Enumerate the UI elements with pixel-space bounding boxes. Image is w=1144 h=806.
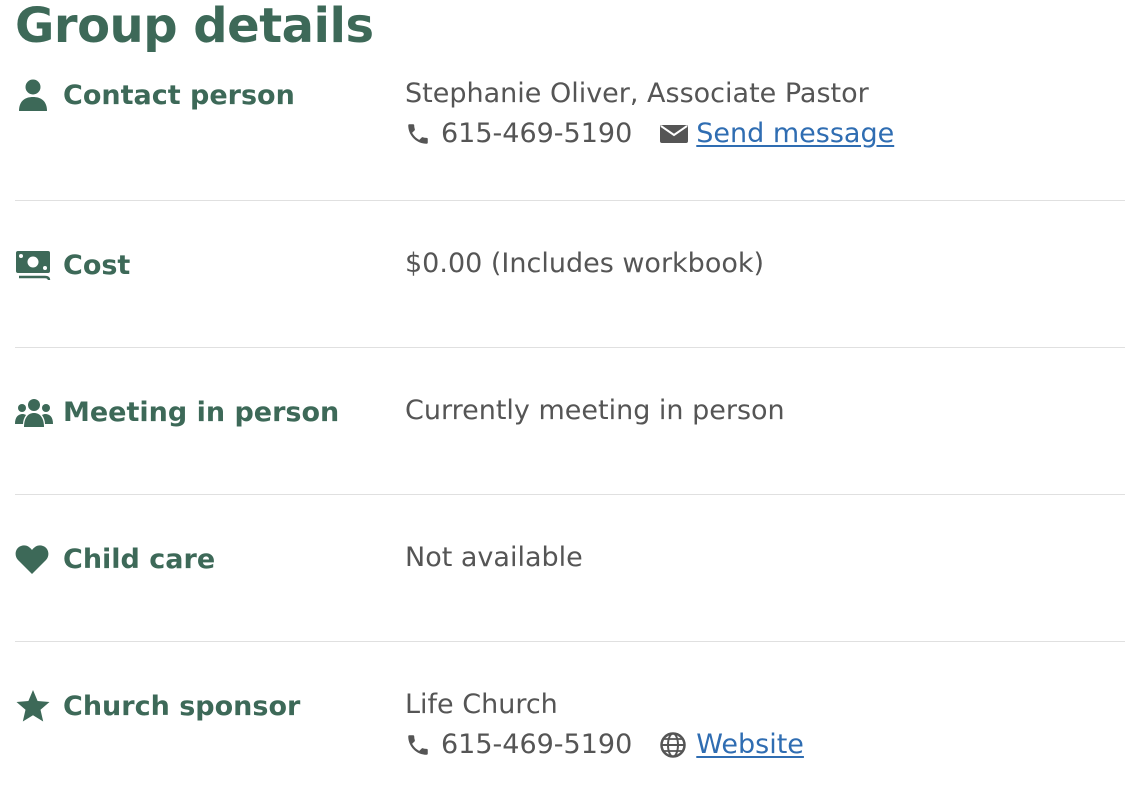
divider <box>15 347 1125 348</box>
contact-person-label-text: Contact person <box>63 79 295 111</box>
divider <box>15 200 1125 201</box>
website-link[interactable]: Website <box>696 729 804 760</box>
globe-icon <box>660 731 696 758</box>
sponsor-details: 615-469-5190 Website <box>405 729 804 760</box>
childcare-label-text: Child care <box>63 543 216 575</box>
star-icon <box>15 686 55 726</box>
users-icon <box>15 392 55 432</box>
contact-details: 615-469-5190 Send message <box>405 118 894 149</box>
meeting-label-text: Meeting in person <box>63 396 340 428</box>
childcare-row: Child care Not available <box>15 534 1125 634</box>
phone-icon <box>405 732 441 758</box>
contact-person-label: Contact person <box>15 75 295 115</box>
sponsor-phone: 615-469-5190 <box>441 729 633 760</box>
phone-icon <box>405 121 441 147</box>
cost-row: Cost $0.00 (Includes workbook) <box>15 240 1125 340</box>
meeting-label: Meeting in person <box>15 392 339 432</box>
divider <box>15 494 1125 495</box>
contact-person-row: Contact person Stephanie Oliver, Associa… <box>15 70 1125 200</box>
send-message-link[interactable]: Send message <box>696 118 894 149</box>
page-title: Group details <box>15 0 374 54</box>
childcare-label: Child care <box>15 539 215 579</box>
meeting-value: Currently meeting in person <box>405 395 785 426</box>
meeting-row: Meeting in person Currently meeting in p… <box>15 387 1125 487</box>
envelope-icon <box>660 123 696 145</box>
contact-phone: 615-469-5190 <box>441 118 633 149</box>
group-details-page: Group details Contact person Stephanie O… <box>0 0 1144 806</box>
childcare-value: Not available <box>405 542 583 573</box>
divider <box>15 641 1125 642</box>
person-icon <box>15 75 55 115</box>
sponsor-name: Life Church <box>405 689 558 720</box>
cost-value: $0.00 (Includes workbook) <box>405 248 765 279</box>
heart-icon <box>15 539 55 579</box>
money-icon <box>15 245 55 285</box>
sponsor-row: Church sponsor Life Church 615-469-5190 … <box>15 681 1125 801</box>
sponsor-label-text: Church sponsor <box>63 690 301 722</box>
cost-label: Cost <box>15 245 130 285</box>
contact-name: Stephanie Oliver, Associate Pastor <box>405 78 869 109</box>
cost-label-text: Cost <box>63 249 131 281</box>
sponsor-label: Church sponsor <box>15 686 300 726</box>
